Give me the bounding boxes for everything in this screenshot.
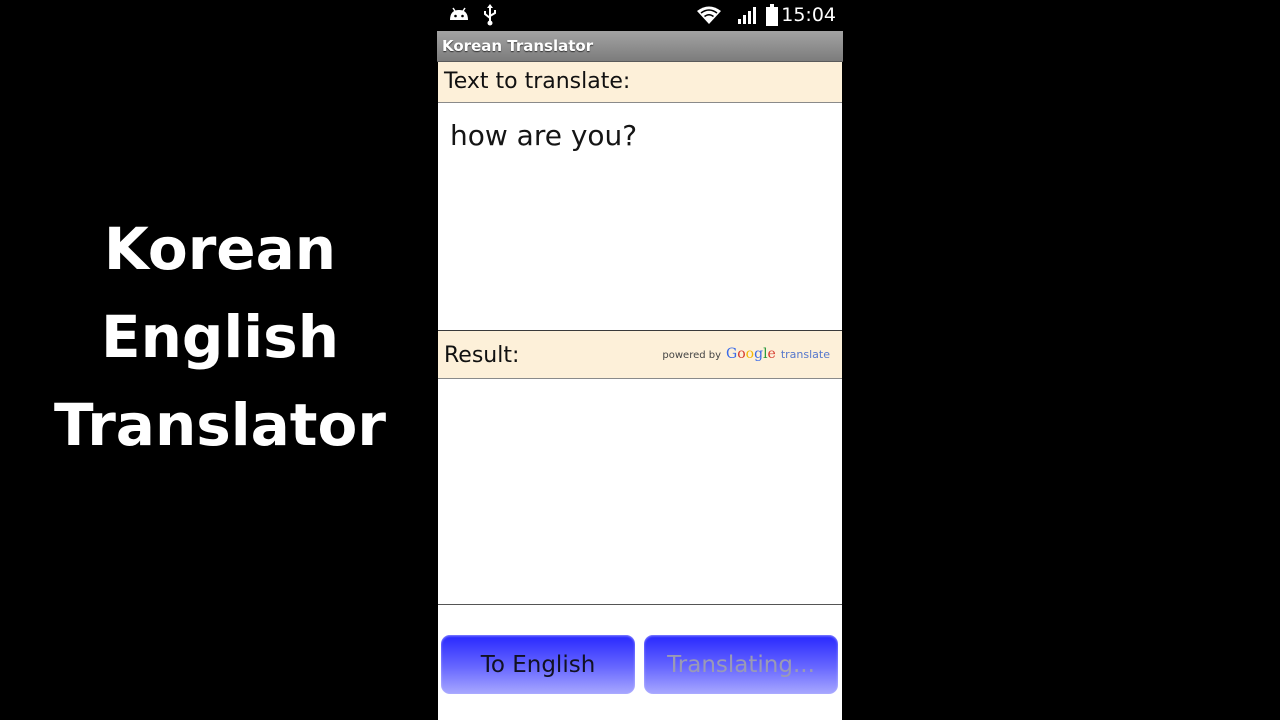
wifi-icon [696,3,722,27]
to-english-button[interactable]: To English [441,635,635,694]
status-bar: 15:04 [437,0,843,31]
android-icon [447,3,471,27]
powered-by-text: powered by [662,350,722,361]
app-title-bar: Korean Translator [437,31,843,62]
overlay-title-line-1: Korean [103,215,337,283]
status-time: 15:04 [781,4,836,26]
battery-icon [765,3,779,27]
result-section-label: Result: [444,343,520,368]
input-section-header: Text to translate: [438,62,842,103]
overlay-title-line-3: Translator [54,391,386,459]
phone-screen: 15:04 Korean Translator Text to translat… [437,0,843,720]
powered-by-google-translate: powered by Google translate [662,346,830,362]
google-logo: Google [726,346,776,362]
result-section-header: Result: powered by Google translate [438,331,842,379]
input-text-value: how are you? [450,119,638,152]
text-to-translate-input[interactable]: how are you? [438,103,842,331]
signal-icon [737,3,757,27]
app-title: Korean Translator [442,37,594,55]
translate-brand-text: translate [780,348,830,361]
translate-button[interactable]: Translating... [644,635,838,694]
result-output-area [438,379,842,605]
app-content: Text to translate: how are you? Result: … [438,62,842,720]
overlay-title-line-2: English [100,303,339,371]
input-section-label: Text to translate: [444,69,631,94]
video-overlay-title: Korean English Translator [40,205,400,469]
usb-icon [481,3,499,27]
